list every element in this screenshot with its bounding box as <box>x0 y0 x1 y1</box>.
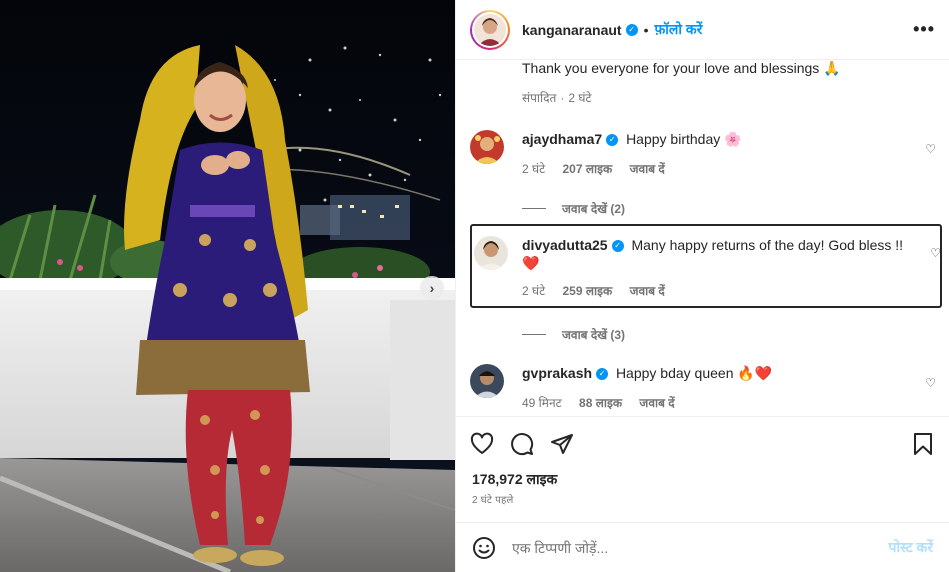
view-replies-button[interactable]: जवाब देखें (2) <box>522 200 625 217</box>
commenter-username[interactable]: gvprakash <box>522 365 592 381</box>
commenter-username[interactable]: divyadutta25 <box>522 237 608 253</box>
share-paper-plane-icon[interactable] <box>550 432 574 456</box>
bookmark-icon[interactable] <box>911 432 935 456</box>
caption-text: Thank you everyone for your love and ble… <box>522 60 841 76</box>
view-replies-label: जवाब देखें (2) <box>562 202 626 216</box>
comment-bubble-icon[interactable] <box>510 432 534 456</box>
caption: Thank you everyone for your love and ble… <box>522 60 841 105</box>
comment-text: Happy birthday 🌸 <box>626 131 742 147</box>
verified-badge-icon: ✓ <box>596 368 609 381</box>
verified-badge-icon: ✓ <box>611 240 624 253</box>
emoji-icon[interactable] <box>472 536 496 560</box>
story-ring[interactable] <box>470 9 510 50</box>
comment-time: 49 मिनट <box>522 396 562 410</box>
comment-item-highlighted: divyadutta25 ✓ Many happy returns of the … <box>470 224 942 308</box>
like-heart-icon[interactable] <box>470 432 494 456</box>
reply-button[interactable]: जवाब दें <box>630 284 665 298</box>
post-details-panel: kanganaranaut ✓ • फ़ॉलो करें ••• Thank y… <box>455 0 949 572</box>
caption-edited-label: संपादित <box>522 91 557 105</box>
like-comment-heart-icon[interactable]: ♡ <box>925 142 936 156</box>
comment-item: gvprakash ✓ Happy bday queen 🔥❤️ 49 मिनट … <box>470 364 944 412</box>
like-comment-heart-icon[interactable]: ♡ <box>925 376 936 390</box>
commenter-avatar[interactable] <box>474 236 508 270</box>
post-header: kanganaranaut ✓ • फ़ॉलो करें ••• <box>456 0 949 60</box>
reply-button[interactable]: जवाब दें <box>630 162 665 176</box>
comment-item: ajaydhama7 ✓ Happy birthday 🌸 2 घंटे 207 … <box>470 130 944 178</box>
photo-illustration <box>0 0 455 572</box>
author-username[interactable]: kanganaranaut <box>522 22 622 38</box>
more-options-icon[interactable]: ••• <box>913 19 935 40</box>
comment-time: 2 घंटे <box>522 284 546 298</box>
replies-divider-line <box>522 208 546 209</box>
post-actions-bar <box>456 416 949 470</box>
like-comment-heart-icon[interactable]: ♡ <box>930 246 941 260</box>
add-comment-bar: पोस्ट करें <box>456 522 949 572</box>
commenter-username[interactable]: ajaydhama7 <box>522 131 602 147</box>
comment-likes[interactable]: 207 लाइक <box>563 162 613 176</box>
view-replies-label: जवाब देखें (3) <box>562 328 626 342</box>
caption-time: 2 घंटे <box>568 91 592 105</box>
comment-text: Happy bday queen 🔥❤️ <box>615 365 773 381</box>
follow-button[interactable]: फ़ॉलो करें <box>655 20 703 39</box>
commenter-avatar[interactable] <box>470 364 504 398</box>
comment-time: 2 घंटे <box>522 162 546 176</box>
comment-likes[interactable]: 88 लाइक <box>579 396 622 410</box>
reply-button[interactable]: जवाब दें <box>639 396 674 410</box>
posted-time[interactable]: 2 घंटे पहले <box>456 492 949 522</box>
separator-dot: • <box>643 21 649 38</box>
comment-text-line2: ❤️ <box>522 255 540 271</box>
comment-input[interactable] <box>512 539 889 556</box>
verified-badge-icon: ✓ <box>606 134 619 147</box>
next-image-button[interactable]: › <box>420 276 444 300</box>
comments-list[interactable]: Thank you everyone for your love and ble… <box>456 60 949 416</box>
post-image[interactable]: › <box>0 0 455 572</box>
post-comment-button[interactable]: पोस्ट करें <box>889 538 933 557</box>
comment-likes[interactable]: 259 लाइक <box>563 284 613 298</box>
commenter-avatar[interactable] <box>470 130 504 164</box>
verified-badge-icon: ✓ <box>625 23 638 36</box>
view-replies-button[interactable]: जवाब देखें (3) <box>522 326 625 343</box>
likes-count[interactable]: 178,972 लाइक <box>456 470 949 492</box>
replies-divider-line <box>522 334 546 335</box>
author-avatar[interactable] <box>474 13 506 46</box>
comment-text: Many happy returns of the day! God bless… <box>631 237 904 253</box>
